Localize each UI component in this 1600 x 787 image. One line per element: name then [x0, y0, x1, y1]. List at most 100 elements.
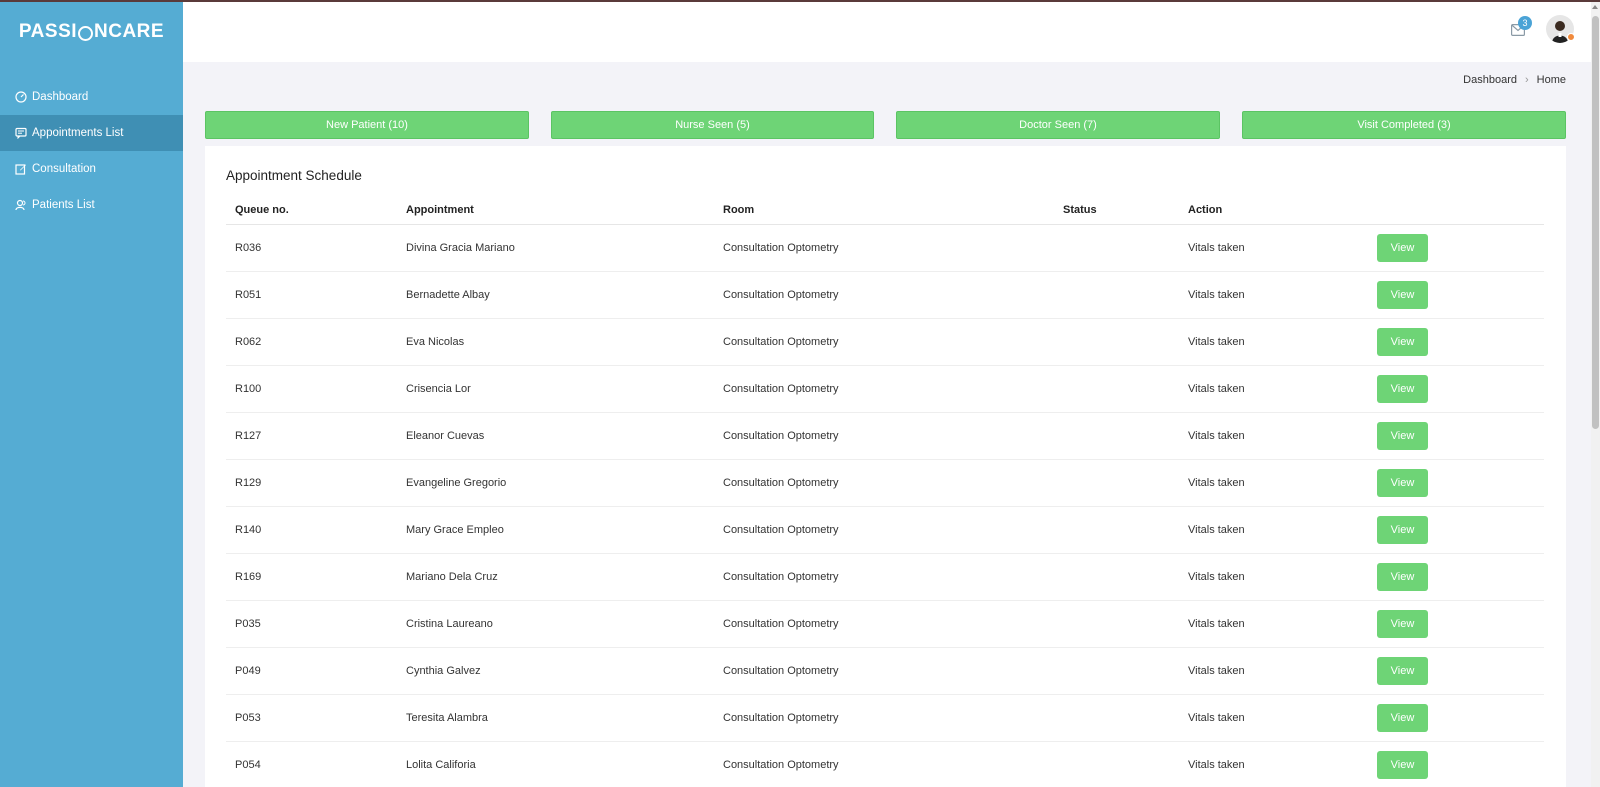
action-status-cell: Vitals taken	[1188, 477, 1245, 489]
view-button[interactable]: View	[1377, 328, 1428, 356]
table-row: R140 Mary Grace Empleo Consultation Optome…	[226, 507, 1544, 554]
patient-name-cell: Mary Grace Empleo	[406, 524, 504, 536]
queue-number-cell: R051	[235, 289, 262, 301]
table-row: P054 Lolita Califoria Consultation Optomet…	[226, 742, 1544, 787]
online-status-dot	[1567, 33, 1575, 41]
table-header-row: Queue no. Appointment Room Status Action	[226, 196, 1544, 225]
view-button[interactable]: View	[1377, 704, 1428, 732]
patient-name-cell: Eva Nicolas	[406, 336, 465, 348]
appointment-schedule-panel: Appointment Schedule Queue no. Appointme…	[205, 146, 1566, 787]
view-button[interactable]: View	[1377, 751, 1428, 779]
room-cell: Consultation Optometry	[723, 571, 839, 583]
patient-name-cell: Evangeline Gregorio	[406, 477, 507, 489]
queue-number-cell: P054	[235, 759, 261, 771]
action-status-cell: Vitals taken	[1188, 383, 1245, 395]
page-scrollbar[interactable]	[1591, 2, 1600, 787]
patient-name-cell: Cynthia Galvez	[406, 665, 481, 677]
visit-completed-button[interactable]: Visit Completed (3)	[1242, 111, 1566, 139]
action-status-cell: Vitals taken	[1188, 571, 1245, 583]
breadcrumb-current: Home	[1536, 74, 1566, 86]
view-button[interactable]: View	[1377, 281, 1428, 309]
room-cell: Consultation Optometry	[723, 242, 839, 254]
sidebar-item-label: Patients List	[32, 199, 95, 211]
app-logo[interactable]: PASSI NCARE	[0, 2, 183, 62]
sidebar-item-dashboard[interactable]: Dashboard	[0, 79, 183, 115]
queue-number-cell: R127	[235, 430, 262, 442]
logo-text-right: NCARE	[94, 21, 165, 42]
table-row: P035 Cristina Laureano Consultation Optome…	[226, 601, 1544, 648]
chevron-right-icon: ›	[1524, 74, 1529, 86]
action-status-cell: Vitals taken	[1188, 242, 1245, 254]
patient-name-cell: Bernadette Albay	[406, 289, 490, 301]
doctor-seen-button[interactable]: Doctor Seen (7)	[896, 111, 1220, 139]
edit-icon	[15, 164, 26, 175]
room-cell: Consultation Optometry	[723, 289, 839, 301]
queue-number-cell: R100	[235, 383, 262, 395]
sidebar: PASSI NCARE Dashboard Appointments List …	[0, 2, 183, 787]
table-row: R100 Crisencia Lor Consultation Optometry V…	[226, 366, 1544, 413]
sidebar-nav: Dashboard Appointments List Consultation…	[0, 79, 183, 223]
scroll-up-arrow-icon[interactable]	[1592, 5, 1598, 9]
table-row: P053 Teresita Alambra Consultation Optomet…	[226, 695, 1544, 742]
table-row: P049 Cynthia Galvez Consultation Optometry…	[226, 648, 1544, 695]
table-row: R129 Evangeline Gregorio Consultation Opto…	[226, 460, 1544, 507]
queue-number-cell: P049	[235, 665, 261, 677]
table-row: R036 Divina Gracia Mariano Consultation Op…	[226, 225, 1544, 272]
sidebar-item-appointments-list[interactable]: Appointments List	[0, 115, 183, 151]
view-button[interactable]: View	[1377, 234, 1428, 262]
gauge-icon	[15, 91, 27, 103]
room-cell: Consultation Optometry	[723, 383, 839, 395]
patient-name-cell: Crisencia Lor	[406, 383, 471, 395]
view-button[interactable]: View	[1377, 657, 1428, 685]
sidebar-item-patients-list[interactable]: Patients List	[0, 187, 183, 223]
users-icon	[15, 199, 26, 211]
room-cell: Consultation Optometry	[723, 524, 839, 536]
queue-number-cell: P035	[235, 618, 261, 630]
patient-name-cell: Mariano Dela Cruz	[406, 571, 498, 583]
appointment-table: Queue no. Appointment Room Status Action…	[226, 196, 1544, 787]
queue-number-cell: R062	[235, 336, 262, 348]
logo-text-left: PASSI	[18, 21, 78, 42]
view-button[interactable]: View	[1377, 516, 1428, 544]
patient-name-cell: Lolita Califoria	[406, 759, 476, 771]
column-header-room: Room	[723, 204, 755, 216]
view-button[interactable]: View	[1377, 563, 1428, 591]
breadcrumb: Dashboard › Home	[1463, 74, 1566, 86]
column-header-appointment: Appointment	[406, 204, 474, 216]
action-status-cell: Vitals taken	[1188, 712, 1245, 724]
view-button[interactable]: View	[1377, 469, 1428, 497]
scrollbar-thumb[interactable]	[1592, 16, 1599, 429]
action-status-cell: Vitals taken	[1188, 524, 1245, 536]
action-status-cell: Vitals taken	[1188, 430, 1245, 442]
sidebar-item-consultation[interactable]: Consultation	[0, 151, 183, 187]
view-button[interactable]: View	[1377, 375, 1428, 403]
column-header-queue: Queue no.	[235, 204, 289, 216]
queue-number-cell: P053	[235, 712, 261, 724]
view-button[interactable]: View	[1377, 610, 1428, 638]
new-patient-button[interactable]: New Patient (10)	[205, 111, 529, 139]
room-cell: Consultation Optometry	[723, 430, 839, 442]
breadcrumb-dashboard-link[interactable]: Dashboard	[1463, 74, 1517, 86]
view-button[interactable]: View	[1377, 422, 1428, 450]
patient-name-cell: Eleanor Cuevas	[406, 430, 485, 442]
sidebar-item-label: Consultation	[32, 163, 96, 175]
table-row: R127 Eleanor Cuevas Consultation Optometry…	[226, 413, 1544, 460]
queue-number-cell: R169	[235, 571, 262, 583]
action-status-cell: Vitals taken	[1188, 665, 1245, 677]
sidebar-item-label: Dashboard	[32, 91, 89, 103]
action-status-cell: Vitals taken	[1188, 336, 1245, 348]
action-status-cell: Vitals taken	[1188, 759, 1245, 771]
patient-name-cell: Divina Gracia Mariano	[406, 242, 515, 254]
room-cell: Consultation Optometry	[723, 759, 839, 771]
top-header: 3	[183, 2, 1591, 62]
mail-count-badge: 3	[1518, 16, 1532, 30]
table-row: R062 Eva Nicolas Consultation Optometry Vit…	[226, 319, 1544, 366]
queue-number-cell: R140	[235, 524, 262, 536]
action-status-cell: Vitals taken	[1188, 289, 1245, 301]
room-cell: Consultation Optometry	[723, 712, 839, 724]
nurse-seen-button[interactable]: Nurse Seen (5)	[551, 111, 874, 139]
queue-number-cell: R129	[235, 477, 262, 489]
sidebar-item-label: Appointments List	[32, 127, 124, 139]
action-status-cell: Vitals taken	[1188, 618, 1245, 630]
chat-icon	[15, 127, 27, 139]
